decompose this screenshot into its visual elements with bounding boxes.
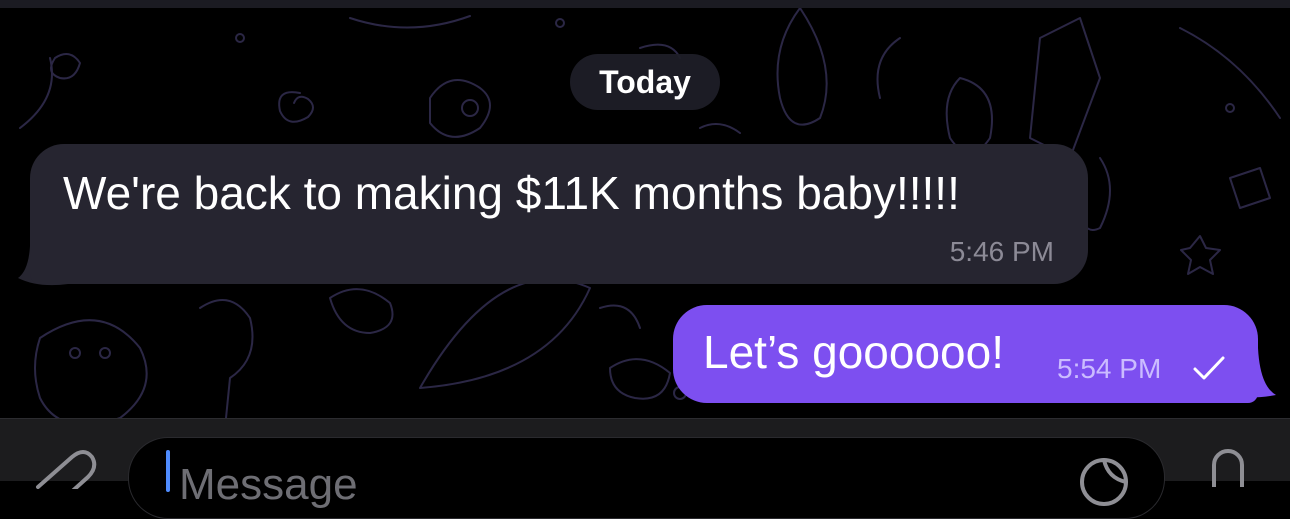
incoming-message-time: 5:46 PM	[949, 236, 1054, 267]
single-check-icon	[1193, 356, 1225, 380]
top-bar	[0, 0, 1290, 8]
incoming-message-text: We're back to making $11K months baby!!!…	[63, 167, 960, 219]
microphone-icon[interactable]	[1200, 447, 1260, 487]
text-cursor	[166, 450, 170, 492]
incoming-message-bubble[interactable]: We're back to making $11K months baby!!!…	[30, 144, 1088, 284]
attach-paperclip-icon[interactable]	[30, 449, 100, 489]
date-separator: Today	[570, 54, 720, 110]
outgoing-message-bubble[interactable]: Let’s goooooo! 5:54 PM	[673, 305, 1258, 403]
composer-bar: Message	[0, 418, 1290, 519]
message-placeholder: Message	[179, 460, 358, 509]
message-input[interactable]: Message	[128, 437, 1165, 519]
sticker-icon[interactable]	[1074, 450, 1134, 510]
outgoing-message-time: 5:54 PM	[1057, 353, 1162, 384]
outgoing-message-text: Let’s goooooo!	[703, 326, 1004, 378]
chat-area[interactable]: Today We're back to making $11K months b…	[0, 8, 1290, 418]
